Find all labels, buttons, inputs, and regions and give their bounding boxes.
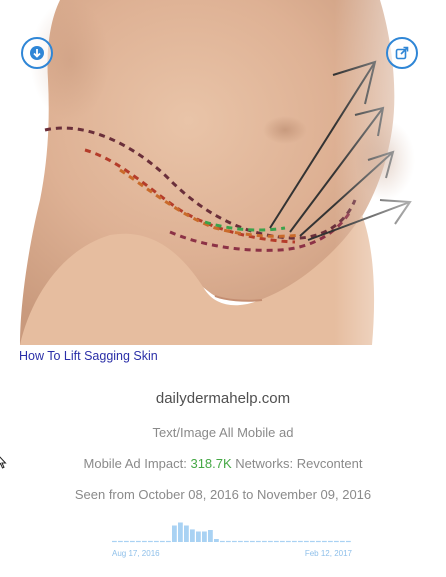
chart-bar — [190, 529, 195, 542]
mouse-cursor-icon — [0, 454, 7, 475]
chart-bar — [172, 525, 177, 542]
impact-value: 318.7K — [190, 456, 232, 471]
seen-dates: Seen from October 08, 2016 to November 0… — [74, 487, 372, 502]
chart-bar — [184, 525, 189, 542]
download-button[interactable] — [21, 37, 53, 69]
chart-bar — [202, 531, 207, 542]
chart-bar — [208, 530, 213, 542]
ad-image[interactable] — [0, 0, 446, 345]
download-arrow-icon — [29, 45, 45, 61]
networks-text: Networks: Revcontent — [235, 456, 363, 471]
ad-title-link[interactable]: How To Lift Sagging Skin — [19, 349, 158, 363]
ad-domain: dailydermahelp.com — [155, 390, 291, 407]
impact-label: Mobile Ad Impact: — [83, 456, 187, 471]
chart-bar — [178, 522, 183, 542]
chart-bar — [214, 539, 219, 542]
open-external-button[interactable] — [386, 37, 418, 69]
impact-trend-chart: Aug 17, 2016 Feb 12, 2017 — [112, 522, 352, 558]
x-start-label: Aug 17, 2016 — [112, 549, 160, 558]
x-end-label: Feb 12, 2017 — [305, 549, 352, 558]
chart-bars — [112, 522, 351, 543]
ad-type: Text/Image All Mobile ad — [152, 425, 294, 440]
external-link-icon — [394, 45, 410, 61]
chart-bar — [196, 531, 201, 542]
ad-impact-line: Mobile Ad Impact: 318.7K Networks: Revco… — [0, 456, 446, 471]
